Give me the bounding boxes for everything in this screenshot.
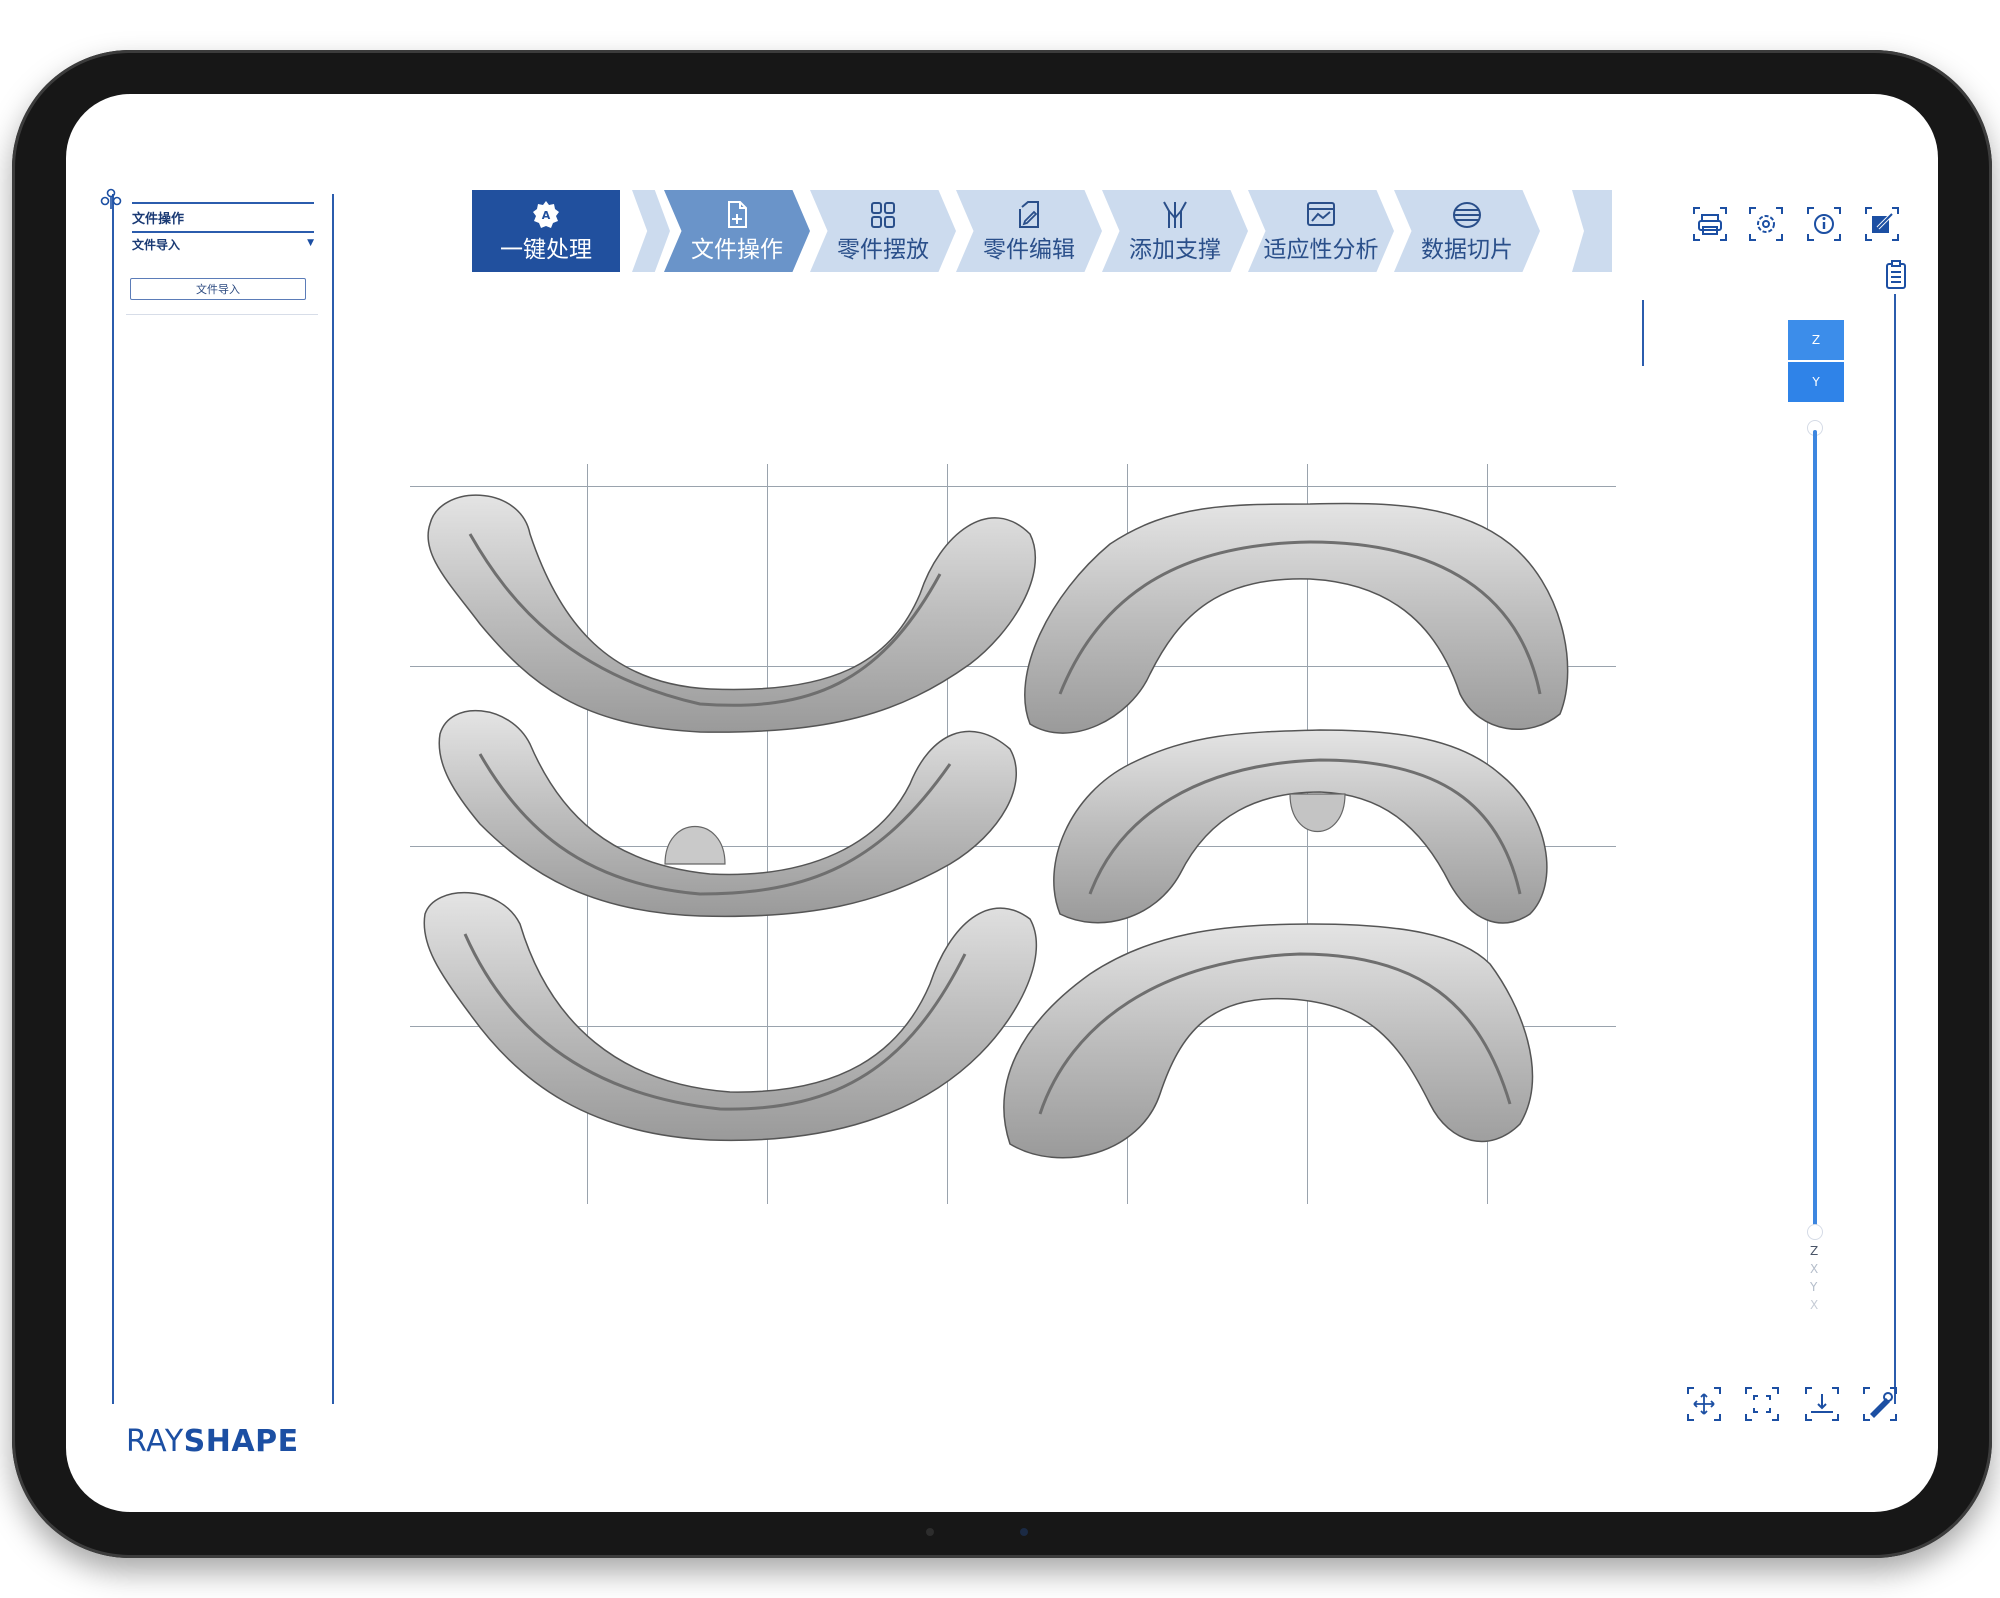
camera-lens	[1020, 1528, 1028, 1536]
tab-data-slicing-label: 数据切片	[1421, 237, 1513, 263]
slice-layers-icon	[1453, 202, 1481, 228]
move-icon[interactable]	[1684, 1384, 1724, 1424]
axis-y-button[interactable]: Y	[1788, 362, 1844, 402]
tab-part-placement-label: 零件摆放	[837, 237, 929, 263]
settings-icon[interactable]	[1746, 204, 1786, 244]
tab-part-edit[interactable]: 零件编辑	[956, 190, 1102, 272]
fit-view-icon[interactable]	[1742, 1384, 1782, 1424]
workflow-start-tab	[632, 190, 670, 272]
left-panel: 文件操作 文件导入 ▼ 文件导入	[100, 188, 334, 1404]
right-divider	[1894, 294, 1896, 1404]
auto-a-icon: A	[533, 201, 559, 228]
brand-part2: SHAPE	[183, 1424, 299, 1459]
tablet-frame: 文件操作 文件导入 ▼ 文件导入 RAYSHAPE A 一键处理 文件操作 零件…	[12, 50, 1992, 1558]
aligner-model[interactable]	[1053, 729, 1548, 924]
file-import-dropdown[interactable]: 文件导入 ▼	[132, 236, 314, 253]
support-icon	[1163, 201, 1187, 228]
screen: 文件操作 文件导入 ▼ 文件导入 RAYSHAPE A 一键处理 文件操作 零件…	[66, 94, 1938, 1512]
edit-export-icon[interactable]	[1862, 204, 1902, 244]
one-click-process-button[interactable]: A 一键处理	[472, 190, 620, 272]
platform-icon[interactable]	[1802, 1384, 1842, 1424]
tab-part-edit-label: 零件编辑	[983, 237, 1075, 263]
file-add-icon	[728, 201, 747, 228]
clipboard-icon[interactable]	[1884, 260, 1908, 290]
aligner-model[interactable]	[427, 494, 1036, 733]
axis-legend-y: Y	[1810, 1280, 1818, 1294]
tablet-camera-bar	[870, 1522, 1150, 1542]
3d-viewport[interactable]	[410, 464, 1616, 1212]
svg-text:A: A	[542, 209, 551, 222]
aligner-model[interactable]	[438, 709, 1017, 918]
workflow-bar: A 一键处理 文件操作 零件摆放 零件编辑 添加支撑 适应性分析 数据切片	[472, 190, 1612, 272]
panel-title: 文件操作	[132, 202, 314, 233]
aligner-model[interactable]	[1003, 923, 1534, 1159]
info-icon[interactable]	[1804, 204, 1844, 244]
file-import-label: 文件导入	[132, 238, 181, 252]
axis-legend-x: X	[1810, 1262, 1819, 1276]
aligner-model[interactable]	[1024, 502, 1569, 734]
chevron-down-icon: ▼	[307, 238, 314, 248]
slider-bottom-handle[interactable]	[1807, 1224, 1823, 1240]
file-operation-icon	[100, 188, 122, 209]
grid-squares-icon	[871, 202, 895, 228]
tab-add-support[interactable]: 添加支撑	[1102, 190, 1248, 272]
tab-data-slicing[interactable]: 数据切片	[1394, 190, 1540, 272]
one-click-process-label: 一键处理	[500, 237, 592, 263]
tab-adaptability-analysis-label: 适应性分析	[1263, 237, 1379, 263]
tab-adaptability-analysis[interactable]: 适应性分析	[1248, 190, 1394, 272]
panel-divider	[126, 314, 318, 315]
tab-add-support-label: 添加支撑	[1129, 237, 1221, 263]
tab-file-operation[interactable]: 文件操作	[664, 190, 810, 272]
print-icon[interactable]	[1690, 204, 1730, 244]
edit-file-icon	[1019, 201, 1039, 228]
tab-part-placement[interactable]: 零件摆放	[810, 190, 956, 272]
aligner-model[interactable]	[423, 892, 1038, 1142]
workflow-end-tab	[1572, 190, 1612, 272]
brand-part1: RAY	[126, 1424, 184, 1459]
analysis-icon	[1307, 202, 1335, 226]
axis-legend-z: Z	[1810, 1244, 1819, 1258]
file-import-button[interactable]: 文件导入	[130, 278, 306, 300]
repair-icon[interactable]	[1860, 1384, 1900, 1424]
bottom-toolbar	[1684, 1384, 1904, 1428]
tab-file-operation-label: 文件操作	[691, 237, 783, 263]
dental-models	[423, 494, 1569, 1159]
camera-dot	[926, 1528, 934, 1536]
viewport-cursor-line	[1642, 300, 1644, 366]
brand-logo: RAYSHAPE	[126, 1424, 299, 1459]
layer-slider-track[interactable]	[1813, 430, 1817, 1230]
axis-legend-x2: X	[1810, 1298, 1819, 1312]
top-toolbar	[1690, 204, 1899, 244]
axis-z-button[interactable]: Z	[1788, 320, 1844, 360]
